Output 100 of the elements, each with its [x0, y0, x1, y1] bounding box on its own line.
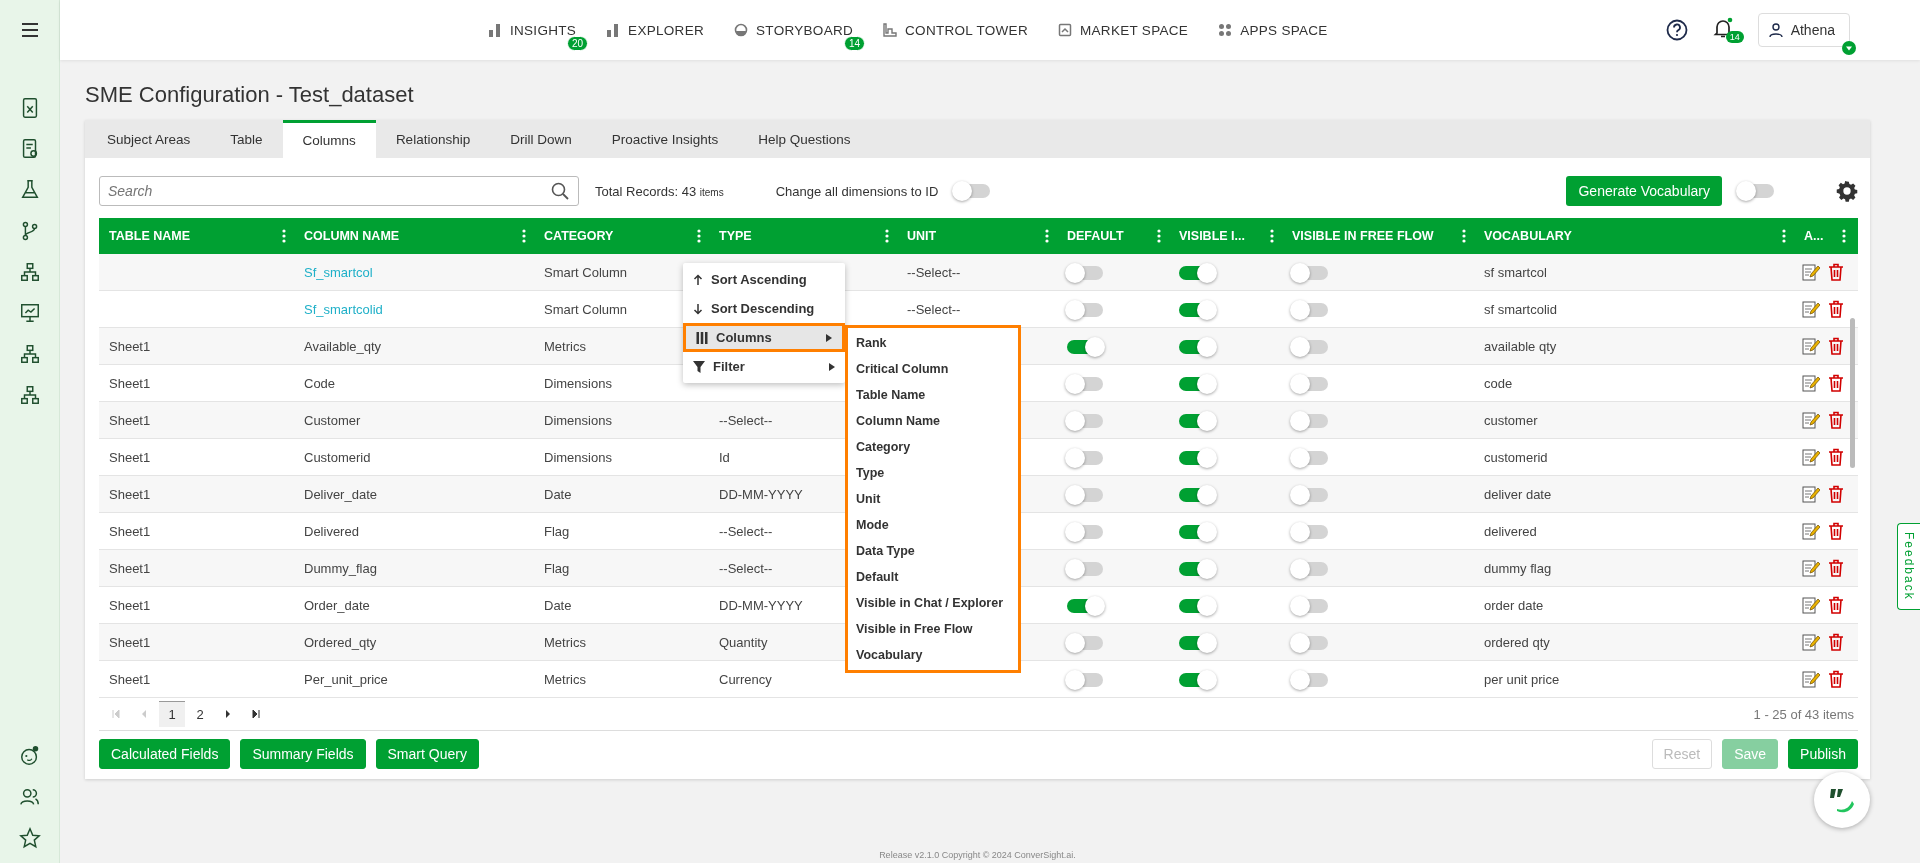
nav-link[interactable]: CONTROL TOWER: [883, 22, 1028, 38]
table-cell: Flag: [544, 560, 570, 576]
nav-link[interactable]: STORYBOARD: [734, 22, 854, 38]
feedback-tab[interactable]: Feedback: [1897, 523, 1920, 610]
nav-link[interactable]: EXPLORER: [606, 22, 705, 38]
hierarchy-icon[interactable]: [18, 384, 41, 406]
gauge-icon: [734, 23, 749, 37]
trash-icon[interactable]: [1828, 300, 1844, 318]
tab[interactable]: Proactive Insights: [591, 120, 739, 158]
kebab-icon[interactable]: [885, 229, 889, 243]
first-page-icon: [112, 710, 120, 718]
kebab-icon[interactable]: [522, 229, 526, 243]
presentation-icon[interactable]: [18, 302, 41, 324]
search-field[interactable]: Search: [99, 176, 579, 206]
table-cell: Smart Column: [544, 264, 628, 280]
edit-icon[interactable]: [1802, 374, 1820, 392]
table-cell: Sheet1: [109, 412, 151, 428]
chat-bot-button[interactable]: [1814, 772, 1870, 828]
table-cell: available qty: [1484, 338, 1557, 354]
edit-icon[interactable]: [1802, 522, 1820, 540]
kebab-icon[interactable]: [697, 229, 701, 243]
kebab-icon[interactable]: [1157, 229, 1161, 243]
edit-icon[interactable]: [1802, 300, 1820, 318]
trash-icon[interactable]: [1828, 374, 1844, 392]
table-cell: code: [1484, 375, 1513, 391]
kebab-icon[interactable]: [1842, 229, 1846, 243]
page-info: 1 - 25 of 43 items: [1753, 706, 1855, 722]
menu-icon[interactable]: [20, 22, 39, 38]
caret-icon[interactable]: [1842, 41, 1856, 55]
table-cell: Metrics: [544, 338, 586, 354]
edit-icon[interactable]: [1802, 337, 1820, 355]
tower-icon: [883, 23, 898, 37]
table-cell: Order_date: [304, 597, 370, 613]
table-cell: Dummy_flag: [304, 560, 377, 576]
table-cell: Id: [719, 449, 730, 465]
nav-link[interactable]: MARKET SPACE: [1058, 22, 1189, 38]
kebab-icon[interactable]: [1045, 229, 1049, 243]
kebab-icon[interactable]: [1782, 229, 1786, 243]
table-cell: order date: [1484, 597, 1544, 613]
table-cell: per unit price: [1484, 671, 1560, 687]
table-cell: Delivered: [304, 523, 359, 539]
trash-icon[interactable]: [1828, 633, 1844, 651]
count-badge: 14: [1725, 31, 1744, 43]
table-cell: Sheet1: [109, 375, 151, 391]
tab[interactable]: Relationship: [375, 120, 491, 158]
table-cell: Customerid: [304, 449, 371, 465]
table-cell: Deliver_date: [304, 486, 377, 502]
table-cell: Available_qty: [304, 338, 382, 354]
edit-icon[interactable]: [1802, 263, 1820, 281]
kebab-icon[interactable]: [1462, 229, 1466, 243]
edit-icon[interactable]: [1802, 411, 1820, 429]
hierarchy-icon[interactable]: [18, 261, 41, 283]
table-cell: Sheet1: [109, 597, 151, 613]
trash-icon[interactable]: [1828, 448, 1844, 466]
trash-icon[interactable]: [1828, 411, 1844, 429]
store-icon: [1058, 23, 1072, 37]
tab[interactable]: Help Questions: [738, 120, 871, 158]
hierarchy-icon[interactable]: [18, 343, 41, 365]
kebab-icon[interactable]: [282, 229, 286, 243]
record-count: Total Records: 43 items: [595, 183, 724, 199]
table-cell: Dimensions: [544, 375, 612, 391]
trash-icon[interactable]: [1828, 670, 1844, 688]
star-icon[interactable]: [18, 827, 41, 849]
edit-icon[interactable]: [1802, 596, 1820, 614]
trash-icon[interactable]: [1828, 522, 1844, 540]
nav-link[interactable]: APPS SPACE: [1218, 22, 1328, 38]
edit-icon[interactable]: [1802, 485, 1820, 503]
trash-icon[interactable]: [1828, 485, 1844, 503]
edit-icon[interactable]: [1802, 448, 1820, 466]
trash-icon[interactable]: [1828, 263, 1844, 281]
trash-icon[interactable]: [1828, 596, 1844, 614]
edit-icon[interactable]: [1802, 559, 1820, 577]
trash-icon[interactable]: [1828, 559, 1844, 577]
tab[interactable]: Table: [210, 120, 283, 158]
table-cell: dummy flag: [1484, 560, 1552, 576]
menu-item[interactable]: Filter: [683, 352, 845, 381]
settings-icon[interactable]: [1836, 180, 1858, 202]
table-cell: Metrics: [544, 671, 586, 687]
menu-item[interactable]: Sort Ascending: [683, 265, 845, 294]
robot-icon[interactable]: [18, 745, 41, 767]
help-icon[interactable]: [1665, 19, 1688, 41]
page-button[interactable]: 1: [159, 701, 185, 727]
nav-link[interactable]: INSIGHTS: [487, 22, 577, 38]
tab[interactable]: Subject Areas: [87, 120, 211, 158]
edit-icon[interactable]: [1802, 633, 1820, 651]
kebab-icon[interactable]: [1270, 229, 1274, 243]
search-icon[interactable]: [551, 182, 569, 200]
menu-item[interactable]: Columns: [683, 323, 845, 352]
table-cell: customer: [1484, 412, 1538, 428]
tab[interactable]: Columns: [282, 120, 376, 158]
columns-icon: [696, 331, 708, 344]
table-cell: Dimensions: [544, 412, 612, 428]
table-cell: --Select--: [719, 412, 773, 428]
count-badge: 14: [843, 35, 866, 51]
trash-icon[interactable]: [1828, 337, 1844, 355]
edit-icon[interactable]: [1802, 670, 1820, 688]
tab[interactable]: Drill Down: [490, 120, 592, 158]
menu-item[interactable]: Sort Descending: [683, 294, 845, 323]
table-cell: Flag: [544, 523, 570, 539]
table-cell: Sheet1: [109, 338, 151, 354]
